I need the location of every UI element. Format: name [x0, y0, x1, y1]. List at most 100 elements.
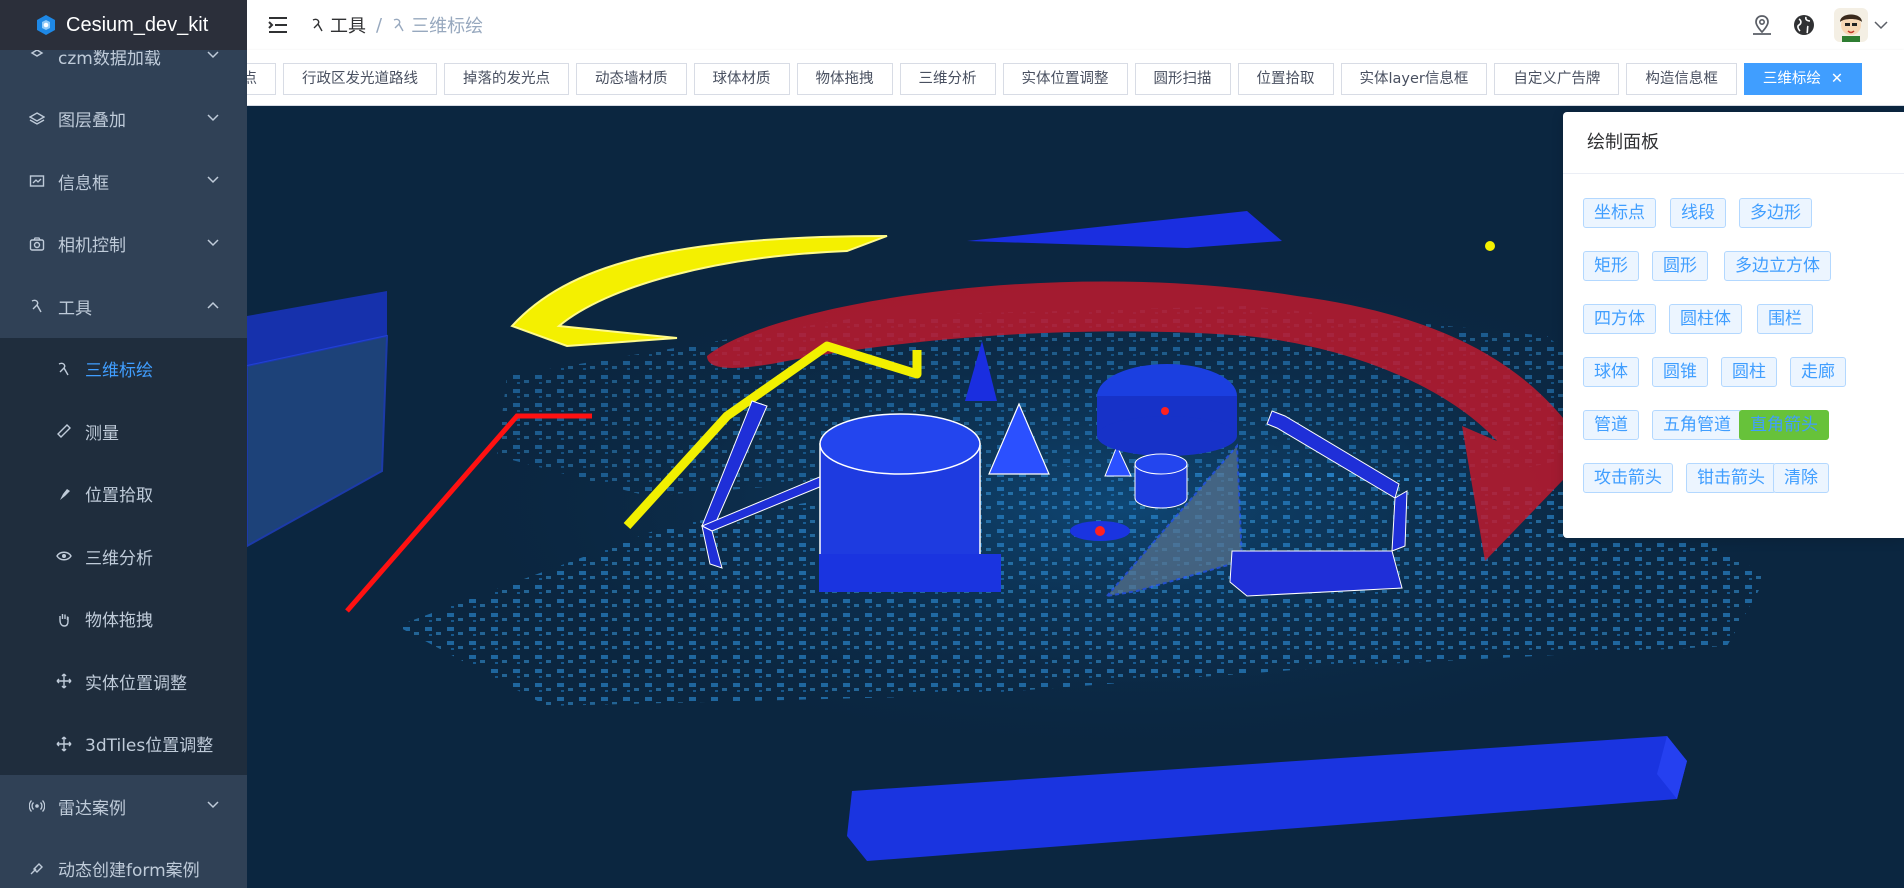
tags-view: 光点 行政区发光道路线 掉落的发光点 动态墙材质 球体材质 物体拖拽 三维分析 … — [247, 50, 1904, 106]
move-icon — [55, 672, 73, 690]
chevron-down-icon — [207, 176, 219, 184]
tool-icon — [393, 18, 404, 32]
tag-construct-info[interactable]: 构造信息框 — [1626, 63, 1737, 95]
form-icon — [28, 860, 46, 878]
breadcrumb-item-current: 三维标绘 — [411, 16, 484, 37]
logo-icon — [37, 15, 55, 35]
breadcrumb: 工具 / 三维标绘 — [311, 12, 483, 38]
globe-icon[interactable] — [1792, 13, 1816, 37]
draw-right-angle-arrow-button[interactable]: 直角箭头 — [1739, 410, 1829, 440]
app-title: Cesium_dev_kit — [66, 13, 209, 36]
chevron-down-icon — [207, 114, 219, 121]
top-navbar: 工具 / 三维标绘 — [247, 0, 1904, 50]
chevron-down-icon — [207, 801, 219, 809]
radar-icon — [28, 797, 46, 815]
sidebar-item-measure[interactable]: 测量 — [0, 400, 247, 463]
breadcrumb-item-tools[interactable]: 工具 — [330, 12, 366, 38]
sidebar-item-tools[interactable]: 工具 — [0, 275, 247, 338]
draw-polygon-volume-button[interactable]: 多边立方体 — [1724, 251, 1831, 281]
sidebar-item-label: 相机控制 — [58, 236, 126, 257]
sidebar-item-dynamic-form[interactable]: 动态创建form案例 — [0, 838, 247, 888]
tag-circle-scan[interactable]: 圆形扫描 — [1134, 63, 1231, 95]
eye-icon — [55, 547, 73, 565]
clear-button[interactable]: 清除 — [1773, 463, 1829, 493]
draw-rectangle-button[interactable]: 矩形 — [1583, 251, 1639, 281]
tag-falling-point[interactable]: 掉落的发光点 — [444, 63, 569, 95]
draw-sphere-button[interactable]: 球体 — [1583, 357, 1639, 387]
draw-cylinder-volume-button[interactable]: 圆柱体 — [1669, 304, 1742, 334]
draw-fence-button[interactable]: 围栏 — [1757, 304, 1813, 334]
sidebar-item-3dtiles-position[interactable]: 3dTiles位置调整 — [0, 712, 247, 775]
sidebar-item-position-pick[interactable]: 位置拾取 — [0, 462, 247, 525]
breadcrumb-separator: / — [376, 14, 383, 36]
pick-icon — [55, 485, 73, 503]
tag-glow-point[interactable]: 光点 — [247, 63, 276, 95]
sidebar-item-label: 图层叠加 — [58, 111, 126, 132]
sidebar-item-label: 测量 — [85, 423, 119, 444]
sidebar-item-drag[interactable]: 物体拖拽 — [0, 587, 247, 650]
ruler-icon — [55, 422, 73, 440]
draw-pincer-arrow-button[interactable]: 钳击箭头 — [1686, 463, 1776, 493]
draw-star-pipe-button[interactable]: 五角管道 — [1652, 410, 1742, 440]
sidebar-item-label: 实体位置调整 — [85, 673, 187, 694]
sidebar-item-label: 位置拾取 — [85, 486, 153, 507]
sidebar-item-label: 3dTiles位置调整 — [85, 736, 214, 757]
draw-panel: 绘制面板 坐标点 线段 多边形 矩形 圆形 多边立方体 四方体 圆柱体 围栏 球… — [1563, 112, 1904, 538]
draw-box-button[interactable]: 四方体 — [1583, 304, 1656, 334]
camera-icon — [28, 235, 46, 253]
sidebar-item-radar[interactable]: 雷达案例 — [0, 775, 247, 838]
tag-district-road[interactable]: 行政区发光道路线 — [283, 63, 437, 95]
tag-sphere-material[interactable]: 球体材质 — [693, 63, 790, 95]
tag-dynamic-wall[interactable]: 动态墙材质 — [576, 63, 687, 95]
tag-entity-position[interactable]: 实体位置调整 — [1002, 63, 1128, 95]
draw-pipe-button[interactable]: 管道 — [1583, 410, 1639, 440]
sidebar-item-label: 三维标绘 — [85, 361, 153, 382]
tag-3d-plotting[interactable]: 三维标绘 ✕ — [1743, 63, 1863, 95]
sidebar-item-label: 三维分析 — [85, 548, 153, 569]
draw-circle-button[interactable]: 圆形 — [1652, 251, 1708, 281]
sidebar: czm数据加载 图层叠加 信息框 相机控制 工具 三维标绘 测量 位置拾取 三维… — [0, 0, 247, 888]
close-icon[interactable]: ✕ — [1831, 64, 1843, 94]
chevron-down-icon — [207, 239, 219, 246]
draw-cylinder-button[interactable]: 圆柱 — [1721, 357, 1777, 387]
sidebar-menu: czm数据加载 图层叠加 信息框 相机控制 工具 三维标绘 测量 位置拾取 三维… — [0, 25, 247, 888]
hand-icon — [55, 610, 73, 628]
hamburger-icon[interactable] — [267, 14, 289, 36]
draw-corridor-button[interactable]: 走廊 — [1790, 357, 1846, 387]
app-logo[interactable]: Cesium_dev_kit — [0, 0, 247, 50]
map-pin-icon[interactable] — [1750, 13, 1774, 37]
chevron-down-icon[interactable] — [1874, 20, 1888, 30]
sidebar-item-camera[interactable]: 相机控制 — [0, 213, 247, 276]
draw-point-button[interactable]: 坐标点 — [1583, 198, 1656, 228]
chevron-up-icon — [207, 302, 219, 309]
layers-icon — [28, 110, 46, 128]
draw-attack-arrow-button[interactable]: 攻击箭头 — [1583, 463, 1673, 493]
draw-line-button[interactable]: 线段 — [1670, 198, 1726, 228]
sidebar-item-label: 物体拖拽 — [85, 611, 153, 632]
tag-drag[interactable]: 物体拖拽 — [796, 63, 893, 95]
sidebar-item-label: 雷达案例 — [58, 798, 126, 819]
draw-cone-button[interactable]: 圆锥 — [1652, 357, 1708, 387]
tag-position-pick[interactable]: 位置拾取 — [1237, 63, 1334, 95]
tag-custom-billboard[interactable]: 自定义广告牌 — [1494, 63, 1620, 95]
sidebar-item-label: 信息框 — [58, 173, 109, 194]
chevron-down-icon — [207, 51, 219, 59]
sidebar-item-info-box[interactable]: 信息框 — [0, 150, 247, 213]
tag-entity-layer-info[interactable]: 实体layer信息框 — [1340, 63, 1488, 95]
tool-icon — [28, 297, 46, 315]
tag-3d-analysis[interactable]: 三维分析 — [899, 63, 996, 95]
sidebar-item-label: 工具 — [58, 298, 92, 319]
sidebar-item-3d-analysis[interactable]: 三维分析 — [0, 525, 247, 588]
right-menu — [1750, 0, 1904, 50]
tool-icon — [312, 18, 323, 32]
avatar[interactable] — [1834, 8, 1868, 42]
draw-polygon-button[interactable]: 多边形 — [1739, 198, 1812, 228]
move-icon — [55, 735, 73, 753]
tag-label: 三维标绘 — [1762, 71, 1821, 87]
sidebar-item-3d-plotting[interactable]: 三维标绘 — [0, 337, 247, 400]
info-box-icon — [28, 172, 46, 190]
tags-list: 光点 行政区发光道路线 掉落的发光点 动态墙材质 球体材质 物体拖拽 三维分析 … — [247, 63, 1869, 95]
panel-title: 绘制面板 — [1563, 112, 1904, 174]
sidebar-item-layers[interactable]: 图层叠加 — [0, 88, 247, 151]
sidebar-item-entity-position[interactable]: 实体位置调整 — [0, 650, 247, 713]
